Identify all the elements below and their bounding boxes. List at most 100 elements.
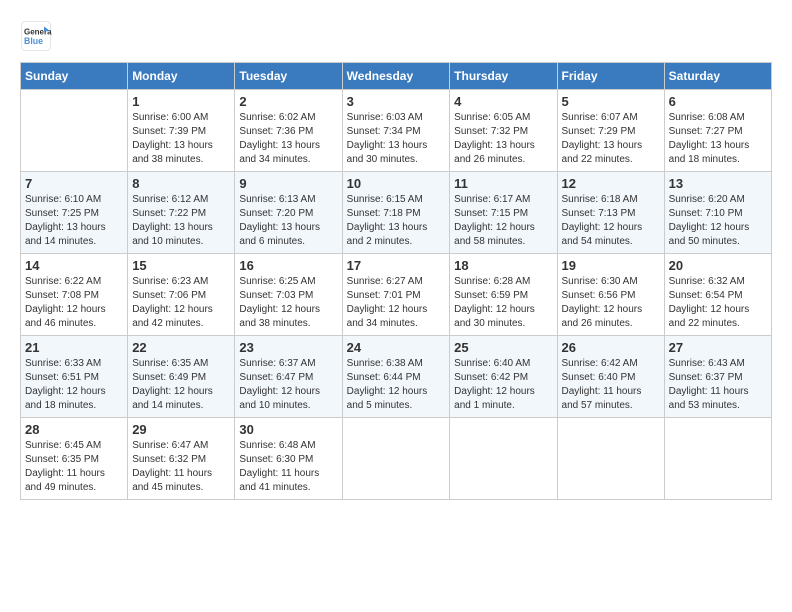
day-number: 9 (239, 176, 337, 191)
cell-info: Sunrise: 6:22 AM Sunset: 7:08 PM Dayligh… (25, 275, 123, 331)
day-number: 2 (239, 94, 337, 109)
calendar-cell: 14 Sunrise: 6:22 AM Sunset: 7:08 PM Dayli… (21, 254, 128, 336)
calendar-cell: 26 Sunrise: 6:42 AM Sunset: 6:40 PM Dayli… (557, 336, 664, 418)
cell-info: Sunrise: 6:07 AM Sunset: 7:29 PM Dayligh… (562, 111, 660, 167)
day-number: 4 (454, 94, 552, 109)
cell-info: Sunrise: 6:18 AM Sunset: 7:13 PM Dayligh… (562, 193, 660, 249)
calendar-week-row: 28Sunrise: 6:45 AM Sunset: 6:35 PM Dayli… (21, 418, 772, 500)
day-number: 14 (25, 258, 123, 273)
day-header-sunday: Sunday (21, 63, 128, 90)
cell-info: Sunrise: 6:35 AM Sunset: 6:49 PM Dayligh… (132, 357, 230, 413)
cell-info: Sunrise: 6:02 AM Sunset: 7:36 PM Dayligh… (239, 111, 337, 167)
day-number: 20 (669, 258, 767, 273)
day-header-monday: Monday (128, 63, 235, 90)
calendar-cell: 21 Sunrise: 6:33 AM Sunset: 6:51 PM Dayli… (21, 336, 128, 418)
calendar-cell (664, 418, 771, 500)
day-number: 16 (239, 258, 337, 273)
day-number: 27 (669, 340, 767, 355)
cell-info: Sunrise: 6:37 AM Sunset: 6:47 PM Dayligh… (239, 357, 337, 413)
calendar-cell: 23 Sunrise: 6:37 AM Sunset: 6:47 PM Dayli… (235, 336, 342, 418)
cell-info: Sunrise: 6:47 AM Sunset: 6:32 PM Dayligh… (132, 439, 230, 495)
calendar-cell: 27 Sunrise: 6:43 AM Sunset: 6:37 PM Dayli… (664, 336, 771, 418)
day-number: 15 (132, 258, 230, 273)
cell-info: Sunrise: 6:38 AM Sunset: 6:44 PM Dayligh… (347, 357, 446, 413)
day-number: 28 (25, 422, 123, 437)
calendar-cell: 15 Sunrise: 6:23 AM Sunset: 7:06 PM Dayli… (128, 254, 235, 336)
calendar-cell: 18 Sunrise: 6:28 AM Sunset: 6:59 PM Dayli… (450, 254, 557, 336)
day-number: 13 (669, 176, 767, 191)
day-number: 29 (132, 422, 230, 437)
day-number: 23 (239, 340, 337, 355)
cell-info: Sunrise: 6:43 AM Sunset: 6:37 PM Dayligh… (669, 357, 767, 413)
calendar-cell: 30 Sunrise: 6:48 AM Sunset: 6:30 PM Dayli… (235, 418, 342, 500)
cell-info: Sunrise: 6:48 AM Sunset: 6:30 PM Dayligh… (239, 439, 337, 495)
cell-info: Sunrise: 6:40 AM Sunset: 6:42 PM Dayligh… (454, 357, 552, 413)
calendar-week-row: 1Sunrise: 6:00 AM Sunset: 7:39 PM Daylig… (21, 90, 772, 172)
calendar-cell: 24 Sunrise: 6:38 AM Sunset: 6:44 PM Dayli… (342, 336, 450, 418)
cell-info: Sunrise: 6:30 AM Sunset: 6:56 PM Dayligh… (562, 275, 660, 331)
svg-text:General: General (24, 27, 52, 36)
calendar-cell: 4 Sunrise: 6:05 AM Sunset: 7:32 PM Daylig… (450, 90, 557, 172)
cell-info: Sunrise: 6:15 AM Sunset: 7:18 PM Dayligh… (347, 193, 446, 249)
cell-info: Sunrise: 6:05 AM Sunset: 7:32 PM Dayligh… (454, 111, 552, 167)
day-number: 18 (454, 258, 552, 273)
calendar-cell: 16 Sunrise: 6:25 AM Sunset: 7:03 PM Dayli… (235, 254, 342, 336)
day-number: 6 (669, 94, 767, 109)
cell-info: Sunrise: 6:33 AM Sunset: 6:51 PM Dayligh… (25, 357, 123, 413)
day-header-saturday: Saturday (664, 63, 771, 90)
day-number: 8 (132, 176, 230, 191)
calendar-cell (450, 418, 557, 500)
page-header: General Blue (20, 20, 772, 52)
calendar-cell: 25 Sunrise: 6:40 AM Sunset: 6:42 PM Dayli… (450, 336, 557, 418)
calendar-cell: 12 Sunrise: 6:18 AM Sunset: 7:13 PM Dayli… (557, 172, 664, 254)
calendar-cell (21, 90, 128, 172)
day-number: 19 (562, 258, 660, 273)
calendar-cell: 10Sunrise: 6:15 AM Sunset: 7:18 PM Dayli… (342, 172, 450, 254)
cell-info: Sunrise: 6:03 AM Sunset: 7:34 PM Dayligh… (347, 111, 446, 167)
cell-info: Sunrise: 6:28 AM Sunset: 6:59 PM Dayligh… (454, 275, 552, 331)
day-number: 3 (347, 94, 446, 109)
svg-text:Blue: Blue (24, 36, 43, 46)
calendar-cell: 5 Sunrise: 6:07 AM Sunset: 7:29 PM Daylig… (557, 90, 664, 172)
calendar-cell (342, 418, 450, 500)
day-number: 30 (239, 422, 337, 437)
calendar-week-row: 7Sunrise: 6:10 AM Sunset: 7:25 PM Daylig… (21, 172, 772, 254)
calendar-cell: 19 Sunrise: 6:30 AM Sunset: 6:56 PM Dayli… (557, 254, 664, 336)
day-number: 25 (454, 340, 552, 355)
cell-info: Sunrise: 6:17 AM Sunset: 7:15 PM Dayligh… (454, 193, 552, 249)
day-header-tuesday: Tuesday (235, 63, 342, 90)
calendar-cell: 7Sunrise: 6:10 AM Sunset: 7:25 PM Daylig… (21, 172, 128, 254)
calendar-header-row: SundayMondayTuesdayWednesdayThursdayFrid… (21, 63, 772, 90)
logo-icon: General Blue (20, 20, 52, 52)
calendar-cell: 29 Sunrise: 6:47 AM Sunset: 6:32 PM Dayli… (128, 418, 235, 500)
calendar-table: SundayMondayTuesdayWednesdayThursdayFrid… (20, 62, 772, 500)
cell-info: Sunrise: 6:12 AM Sunset: 7:22 PM Dayligh… (132, 193, 230, 249)
day-number: 5 (562, 94, 660, 109)
cell-info: Sunrise: 6:27 AM Sunset: 7:01 PM Dayligh… (347, 275, 446, 331)
day-number: 26 (562, 340, 660, 355)
day-number: 11 (454, 176, 552, 191)
calendar-cell: 2 Sunrise: 6:02 AM Sunset: 7:36 PM Daylig… (235, 90, 342, 172)
calendar-cell: 20 Sunrise: 6:32 AM Sunset: 6:54 PM Dayli… (664, 254, 771, 336)
day-number: 21 (25, 340, 123, 355)
cell-info: Sunrise: 6:32 AM Sunset: 6:54 PM Dayligh… (669, 275, 767, 331)
calendar-week-row: 21 Sunrise: 6:33 AM Sunset: 6:51 PM Dayli… (21, 336, 772, 418)
calendar-week-row: 14 Sunrise: 6:22 AM Sunset: 7:08 PM Dayli… (21, 254, 772, 336)
day-number: 24 (347, 340, 446, 355)
cell-info: Sunrise: 6:13 AM Sunset: 7:20 PM Dayligh… (239, 193, 337, 249)
cell-info: Sunrise: 6:25 AM Sunset: 7:03 PM Dayligh… (239, 275, 337, 331)
calendar-cell: 6Sunrise: 6:08 AM Sunset: 7:27 PM Daylig… (664, 90, 771, 172)
day-number: 7 (25, 176, 123, 191)
cell-info: Sunrise: 6:42 AM Sunset: 6:40 PM Dayligh… (562, 357, 660, 413)
cell-info: Sunrise: 6:20 AM Sunset: 7:10 PM Dayligh… (669, 193, 767, 249)
calendar-cell: 17Sunrise: 6:27 AM Sunset: 7:01 PM Dayli… (342, 254, 450, 336)
calendar-cell: 28Sunrise: 6:45 AM Sunset: 6:35 PM Dayli… (21, 418, 128, 500)
calendar-cell: 11 Sunrise: 6:17 AM Sunset: 7:15 PM Dayli… (450, 172, 557, 254)
day-number: 12 (562, 176, 660, 191)
calendar-cell: 13 Sunrise: 6:20 AM Sunset: 7:10 PM Dayli… (664, 172, 771, 254)
day-number: 1 (132, 94, 230, 109)
calendar-cell: 9 Sunrise: 6:13 AM Sunset: 7:20 PM Daylig… (235, 172, 342, 254)
day-number: 22 (132, 340, 230, 355)
logo: General Blue (20, 20, 56, 52)
cell-info: Sunrise: 6:23 AM Sunset: 7:06 PM Dayligh… (132, 275, 230, 331)
